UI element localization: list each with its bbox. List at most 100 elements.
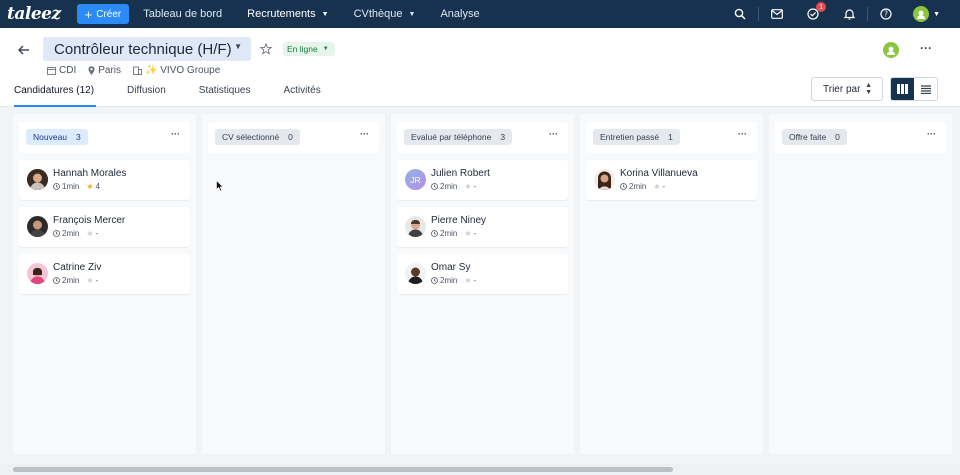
app-logo[interactable]: taleez	[7, 4, 61, 24]
job-status-dropdown[interactable]: En ligne ▼	[283, 42, 335, 56]
candidate-card[interactable]: JR Julien Robert 2min ★ -	[397, 160, 568, 200]
column-menu-icon[interactable]: ···	[549, 129, 558, 139]
kanban-column: Evalué par téléphone 3 ··· JR Julien Rob…	[391, 114, 574, 454]
candidate-rating: -	[473, 276, 477, 285]
column-count: 3	[500, 132, 506, 142]
column-title[interactable]: Nouveau 3	[26, 129, 88, 145]
nav-link-label: CVthèque	[353, 8, 403, 20]
tab-statistics[interactable]: Statistiques	[199, 85, 251, 107]
candidate-meta: 1min ★ 4	[53, 182, 100, 191]
clock-icon	[53, 183, 60, 190]
nav-link-analytics[interactable]: Analyse	[440, 8, 479, 20]
candidate-meta: 2min ★ -	[431, 229, 476, 238]
star-icon: ★	[86, 182, 94, 191]
candidate-time: 2min	[440, 276, 458, 285]
candidate-meta: 2min ★ -	[53, 276, 98, 285]
candidate-name: Pierre Niney	[431, 215, 487, 226]
calendar-icon	[47, 67, 56, 75]
kanban-column: Offre faite 0 ···	[769, 114, 952, 454]
candidate-name: Omar Sy	[431, 262, 471, 273]
candidate-card[interactable]: Hannah Morales 1min ★ 4	[19, 160, 190, 200]
candidate-name: Julien Robert	[431, 168, 490, 179]
clock-icon	[620, 183, 627, 190]
company: ✨ VIVO Groupe	[133, 65, 220, 76]
nav-link-label: Tableau de bord	[143, 8, 223, 20]
search-icon[interactable]	[733, 7, 747, 21]
candidate-name: Catrine Ziv	[53, 262, 102, 273]
job-status-label: En ligne	[287, 44, 318, 54]
star-icon: ★	[653, 182, 661, 191]
location-label: Paris	[98, 65, 122, 76]
column-header: Offre faite 0 ···	[775, 122, 946, 153]
star-icon: ★	[464, 182, 472, 191]
column-menu-icon[interactable]: ···	[171, 129, 180, 139]
create-button[interactable]: + Créer	[76, 4, 130, 24]
candidate-card[interactable]: Catrine Ziv 2min ★ -	[19, 254, 190, 294]
candidate-time: 1min	[62, 182, 80, 191]
scrollbar-thumb[interactable]	[13, 467, 673, 472]
sort-button[interactable]: Trier par ▲ ▼	[811, 77, 883, 101]
list-view-icon[interactable]	[914, 78, 937, 100]
candidate-name: Korina Villanueva	[620, 168, 698, 179]
top-navbar: taleez + Créer Tableau de bord Recruteme…	[0, 0, 960, 28]
column-title[interactable]: CV sélectionné 0	[215, 129, 300, 145]
candidate-meta: 2min ★ -	[53, 229, 98, 238]
kanban-view-icon[interactable]	[891, 78, 914, 100]
tab-diffusion[interactable]: Diffusion	[127, 85, 166, 107]
candidate-time: 2min	[440, 182, 458, 191]
column-menu-icon[interactable]: ···	[360, 129, 369, 139]
clock-icon	[53, 230, 60, 237]
create-button-label: Créer	[96, 8, 122, 20]
star-icon: ★	[464, 229, 472, 238]
back-arrow-icon[interactable]	[18, 42, 30, 58]
column-title[interactable]: Evalué par téléphone 3	[404, 129, 513, 145]
candidate-initials: JR	[410, 174, 421, 185]
nav-divider	[867, 7, 869, 21]
candidate-name: François Mercer	[53, 215, 126, 226]
mail-icon[interactable]	[770, 7, 784, 21]
nav-link-recruitments[interactable]: Recrutements ▼	[247, 8, 328, 20]
candidate-card[interactable]: Pierre Niney 2min ★ -	[397, 207, 568, 247]
tab-activities[interactable]: Activités	[283, 85, 320, 107]
nav-link-cvtheque[interactable]: CVthèque ▼	[354, 8, 416, 20]
column-menu-icon[interactable]: ···	[738, 129, 747, 139]
job-location: Paris	[88, 65, 121, 76]
bell-icon[interactable]	[842, 7, 856, 21]
column-name: CV sélectionné	[222, 132, 280, 142]
column-menu-icon[interactable]: ···	[927, 129, 936, 139]
column-name: Evalué par téléphone	[411, 132, 492, 142]
sort-arrows-icon: ▲ ▼	[865, 82, 872, 96]
candidate-name: Hannah Morales	[53, 168, 127, 179]
chevron-down-icon[interactable]: ▼	[933, 11, 940, 18]
more-options-icon[interactable]: ···	[920, 41, 932, 55]
contract-label: CDI	[59, 65, 77, 76]
mouse-cursor-icon	[216, 179, 224, 195]
candidate-meta: 2min ★ -	[431, 276, 476, 285]
column-title[interactable]: Entretien passé 1	[593, 129, 680, 145]
column-count: 0	[288, 132, 293, 142]
candidate-card[interactable]: Omar Sy 2min ★ -	[397, 254, 568, 294]
candidate-time: 2min	[62, 276, 80, 285]
candidate-avatar	[27, 216, 48, 237]
help-icon[interactable]: ?	[879, 7, 893, 21]
candidate-avatar	[405, 216, 426, 237]
clock-icon	[53, 277, 60, 284]
favorite-star-icon[interactable]	[259, 42, 273, 58]
column-header: Evalué par téléphone 3 ···	[397, 122, 568, 153]
job-title-selector[interactable]: Contrôleur technique (H/F) ▼	[43, 37, 251, 61]
candidate-rating: -	[95, 229, 99, 238]
column-title[interactable]: Offre faite 0	[782, 129, 847, 145]
chevron-down-icon: ▼	[234, 42, 242, 51]
candidate-avatar	[27, 263, 48, 284]
column-header: Nouveau 3 ···	[19, 122, 190, 153]
horizontal-scrollbar[interactable]	[0, 464, 960, 475]
user-avatar[interactable]	[913, 6, 930, 22]
nav-link-dashboard[interactable]: Tableau de bord	[143, 8, 222, 20]
candidate-card[interactable]: François Mercer 2min ★ -	[19, 207, 190, 247]
tasks-icon[interactable]: 1	[806, 2, 827, 21]
tab-applications[interactable]: Candidatures (12)	[14, 85, 97, 107]
recruiter-avatar[interactable]	[883, 42, 899, 58]
candidate-card[interactable]: Korina Villanueva 2min ★ -	[586, 160, 757, 200]
kanban-board: Nouveau 3 ··· Hannah Morales 1min ★ 4 Fr…	[0, 108, 960, 464]
svg-text:?: ?	[884, 10, 888, 19]
